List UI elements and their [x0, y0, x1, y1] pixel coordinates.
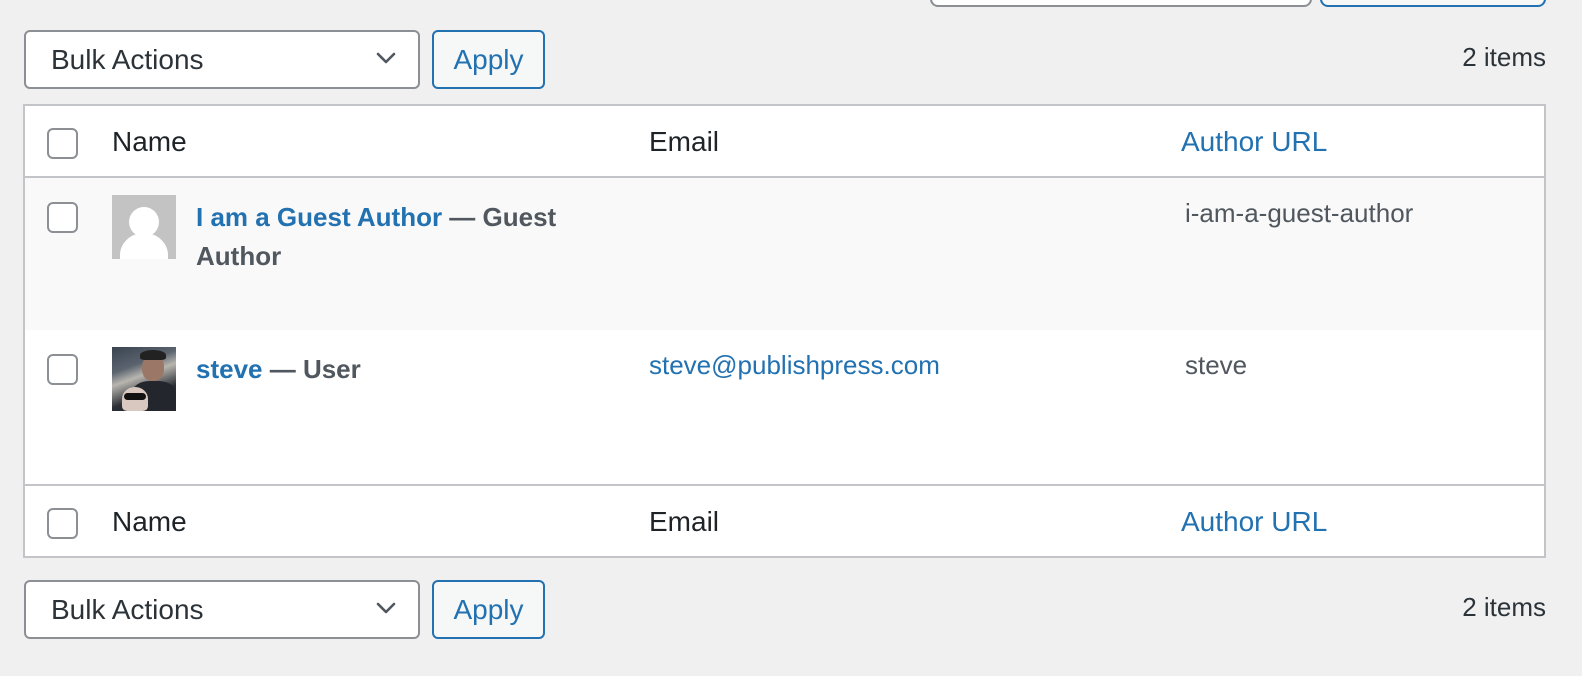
author-url-cell: i-am-a-guest-author: [1185, 198, 1414, 228]
bulk-actions-label: Bulk Actions: [51, 593, 204, 625]
table-row: steve — User steve@publishpress.com stev…: [25, 330, 1544, 484]
column-footer-author-url[interactable]: Author URL: [1181, 506, 1327, 538]
row-checkbox[interactable]: [47, 202, 78, 233]
table-row: I am a Guest Author — Guest Author i-am-…: [25, 178, 1544, 330]
author-name-link[interactable]: I am a Guest Author: [196, 202, 442, 232]
bulk-actions-label: Bulk Actions: [51, 43, 204, 75]
author-role: — User: [262, 354, 361, 384]
bulk-actions-select-bottom[interactable]: Bulk Actions: [24, 580, 420, 639]
search-input[interactable]: [930, 0, 1312, 7]
column-header-author-url[interactable]: Author URL: [1181, 126, 1327, 158]
search-button[interactable]: [1320, 0, 1546, 7]
items-count: 2 items: [1462, 592, 1546, 622]
chevron-down-icon: [376, 602, 396, 614]
name-cell: I am a Guest Author — Guest Author: [196, 198, 596, 276]
column-footer-email: Email: [649, 506, 720, 537]
email-link[interactable]: steve@publishpress.com: [649, 350, 940, 381]
name-cell: steve — User: [196, 350, 596, 389]
row-checkbox[interactable]: [47, 354, 78, 385]
select-all-checkbox[interactable]: [47, 128, 78, 159]
table-header-row: Name Email Author URL: [25, 106, 1544, 178]
authors-table: Name Email Author URL I am a Guest Autho…: [23, 104, 1546, 558]
apply-button[interactable]: Apply: [432, 30, 545, 89]
bulk-actions-select[interactable]: Bulk Actions: [24, 30, 420, 89]
column-footer-name: Name: [112, 506, 187, 537]
table-footer-row: Name Email Author URL: [25, 484, 1544, 556]
author-url-cell: steve: [1185, 350, 1248, 380]
column-header-name: Name: [112, 126, 187, 157]
chevron-down-icon: [376, 52, 396, 64]
default-avatar-icon: [112, 195, 176, 259]
tablenav-top: Bulk Actions Apply 2 items: [24, 30, 1546, 90]
apply-button-bottom[interactable]: Apply: [432, 580, 545, 639]
author-name-link[interactable]: steve: [196, 354, 263, 384]
select-all-checkbox-footer[interactable]: [47, 508, 78, 539]
items-count: 2 items: [1462, 42, 1546, 72]
user-avatar: [112, 347, 176, 411]
tablenav-bottom: Bulk Actions Apply 2 items: [24, 580, 1546, 640]
column-header-email: Email: [649, 126, 720, 157]
